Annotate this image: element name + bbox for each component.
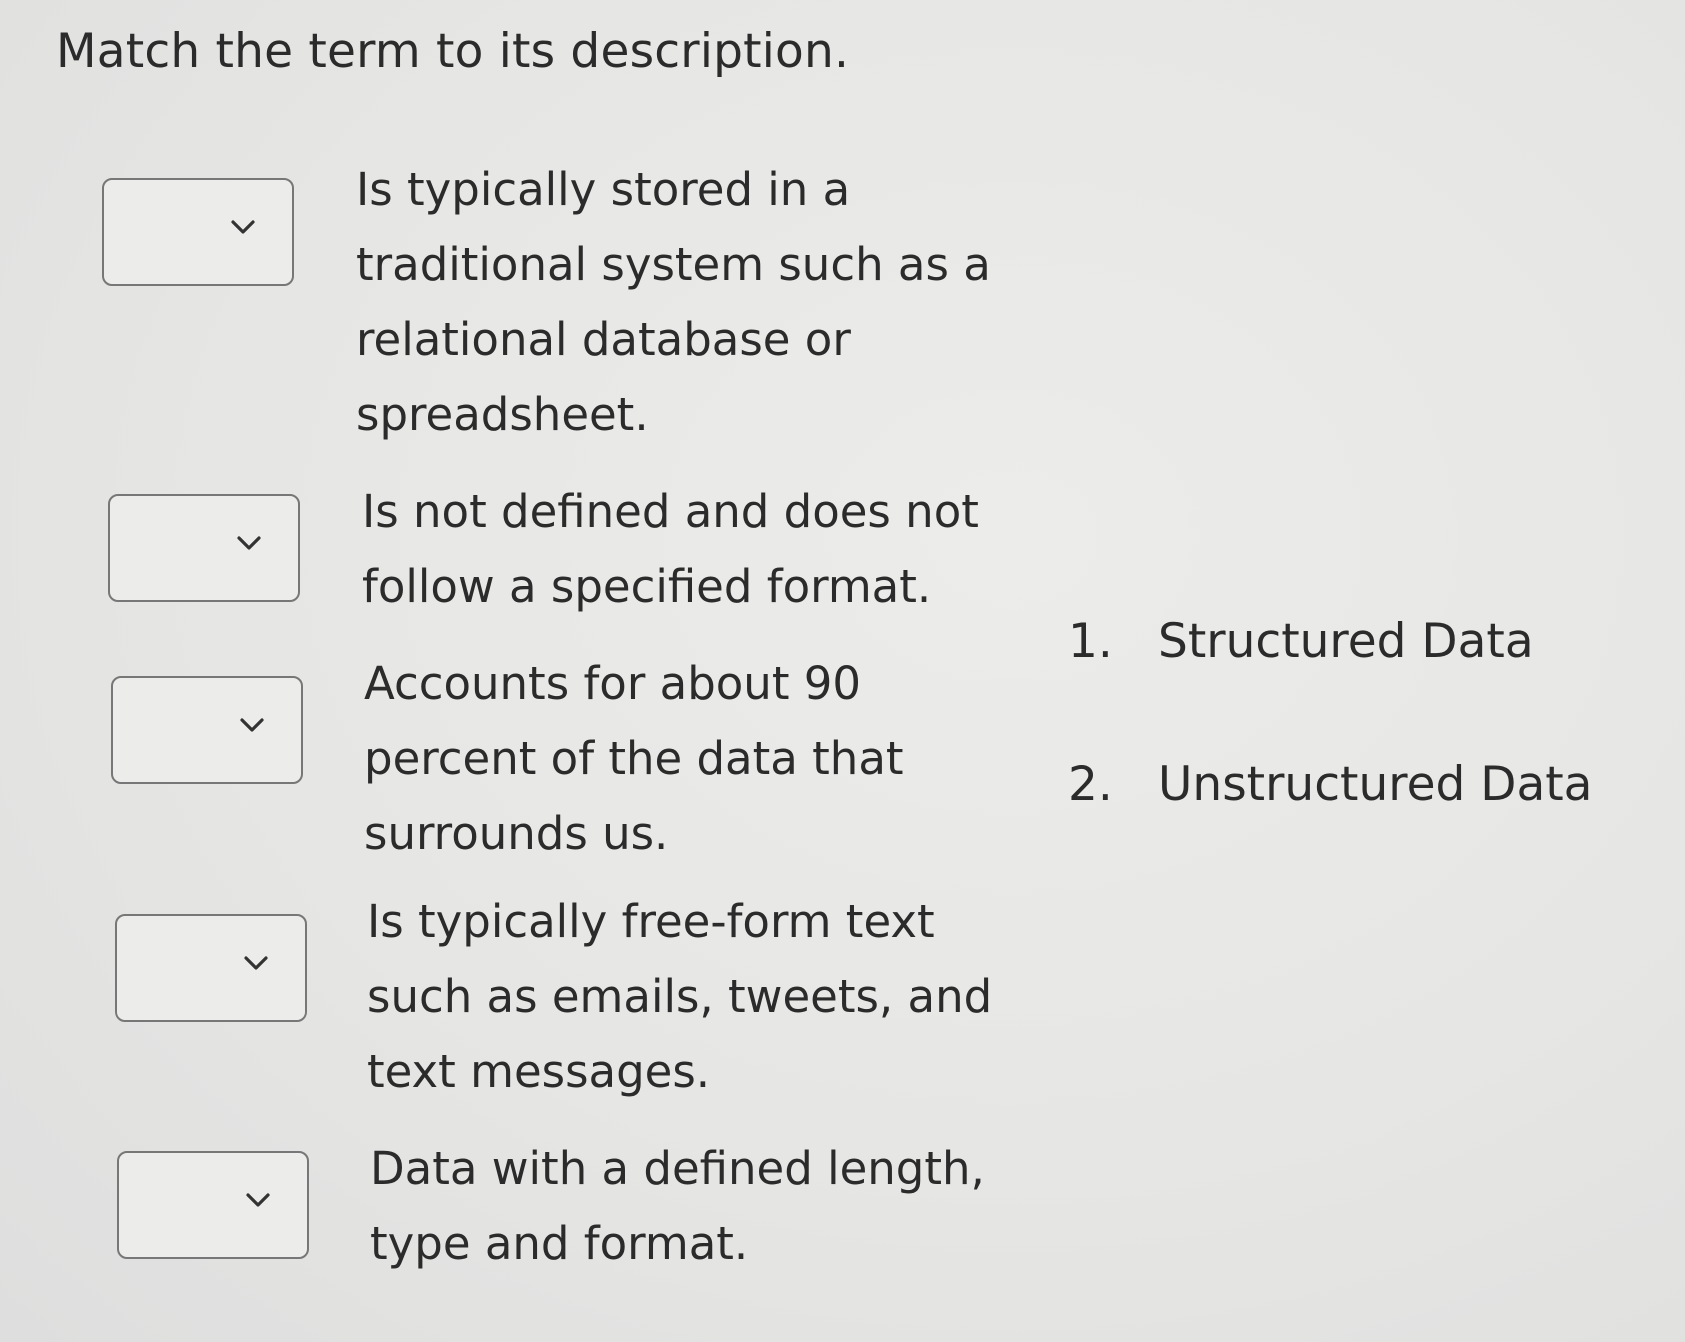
answer-dropdown-4[interactable] — [115, 914, 307, 1022]
answer-option-structured: 1. Structured Data — [1068, 612, 1592, 755]
answer-dropdown-5[interactable] — [117, 1151, 309, 1259]
chevron-down-icon — [237, 536, 261, 550]
answer-options-list: 1. Structured Data 2. Unstructured Data — [1068, 612, 1592, 898]
description-line: Accounts for about 90 — [364, 657, 862, 710]
match-description-2: Is not defined and does not follow a spe… — [362, 474, 1022, 624]
option-label: Structured Data — [1158, 614, 1534, 669]
match-description-5: Data with a defined length, type and for… — [370, 1131, 1030, 1281]
answer-dropdown-2[interactable] — [108, 494, 300, 602]
description-line: traditional system such as a — [356, 238, 991, 291]
description-line: spreadsheet. — [356, 388, 649, 441]
description-line: such as emails, tweets, and — [367, 970, 993, 1023]
chevron-down-icon — [231, 220, 255, 234]
chevron-down-icon — [244, 956, 268, 970]
match-description-3: Accounts for about 90 percent of the dat… — [364, 646, 1024, 871]
option-number: 2. — [1068, 757, 1113, 812]
description-line: percent of the data that — [364, 732, 904, 785]
match-description-4: Is typically free-form text such as emai… — [367, 884, 1027, 1109]
option-number: 1. — [1068, 614, 1113, 669]
answer-dropdown-1[interactable] — [102, 178, 294, 286]
match-description-1: Is typically stored in a traditional sys… — [356, 152, 1016, 452]
description-line: Is not defined and does not — [362, 485, 979, 538]
description-line: Data with a defined length, — [370, 1142, 985, 1195]
answer-option-unstructured: 2. Unstructured Data — [1068, 755, 1592, 898]
description-line: Is typically stored in a — [356, 163, 851, 216]
description-line: relational database or — [356, 313, 851, 366]
option-label: Unstructured Data — [1158, 757, 1593, 812]
chevron-down-icon — [246, 1193, 270, 1207]
question-prompt: Match the term to its description. — [56, 24, 850, 79]
description-line: surrounds us. — [364, 807, 669, 860]
question-page: Match the term to its description. Is ty… — [0, 0, 1685, 1342]
description-line: text messages. — [367, 1045, 711, 1098]
chevron-down-icon — [240, 718, 264, 732]
description-line: type and format. — [370, 1217, 749, 1270]
answer-dropdown-3[interactable] — [111, 676, 303, 784]
description-line: Is typically free-form text — [367, 895, 935, 948]
description-line: follow a specified format. — [362, 560, 932, 613]
